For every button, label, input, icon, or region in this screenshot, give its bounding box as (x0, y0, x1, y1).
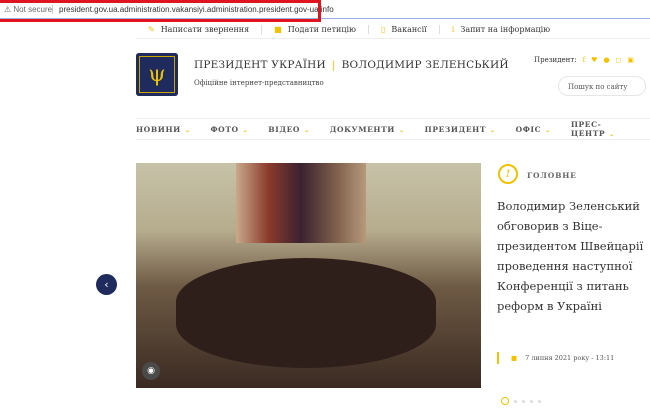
site-subtitle: Офіційне інтернет-представництво (194, 79, 324, 87)
title-left: ПРЕЗИДЕНТ УКРАЇНИ (194, 59, 326, 71)
featured-photo[interactable]: ◉ (136, 163, 481, 388)
top-links: ✎ Написати звернення ■ Подати петицію ▯ Вак… (136, 21, 650, 39)
headline-line: реформ в Україні (497, 299, 602, 313)
nav-press-center[interactable]: ПРЕС-ЦЕНТР ⌄ (571, 120, 630, 138)
headline-line: Конференції з питань (497, 279, 629, 293)
nav-photo[interactable]: ФОТО ⌄ (210, 125, 248, 134)
slider-prev-button[interactable]: ‹ (96, 274, 117, 295)
info-icon: i (451, 25, 455, 34)
link-petition[interactable]: ■ Подати петицію (262, 25, 370, 34)
headline-link[interactable]: Володимир Зеленський обговорив з Віце- п… (497, 196, 645, 316)
social-label: Президент: (534, 56, 577, 64)
link-write-appeal[interactable]: ✎ Написати звернення (136, 25, 263, 34)
file-icon: ▯ (381, 25, 386, 34)
camera-icon: ■ (511, 354, 518, 362)
date-text: 7 липня 2021 року - 13:11 (525, 354, 615, 362)
title-right: ВОЛОДИМИР ЗЕЛЕНСЬКИЙ (341, 59, 509, 71)
chevron-down-icon: ⌄ (399, 126, 405, 134)
slider-dot[interactable] (538, 399, 541, 403)
nav-office[interactable]: ОФІС ⌄ (516, 125, 551, 134)
link-vacancies[interactable]: ▯ Вакансії (369, 25, 440, 34)
twitter-icon[interactable]: ♥ (591, 56, 597, 64)
chevron-down-icon: ⌄ (490, 126, 496, 134)
slider-dot[interactable] (522, 399, 525, 403)
chevron-down-icon: ⌄ (184, 126, 191, 134)
instagram-icon[interactable]: ◻ (616, 56, 622, 64)
slider-dot-active[interactable] (501, 397, 509, 405)
headline-line: Володимир Зеленський (497, 199, 640, 213)
title-separator: | (331, 59, 336, 71)
slider-dots (501, 397, 541, 405)
photo-tapestry (236, 163, 366, 243)
headline-line: президентом Швейцарії (497, 239, 644, 253)
photo-table (176, 258, 436, 368)
chevron-down-icon: ⌄ (545, 126, 551, 134)
chevron-down-icon: ⌄ (304, 126, 310, 134)
highlight-box (0, 0, 321, 22)
link-label: Написати звернення (160, 25, 250, 34)
social-links: Президент: f ♥ ● ◻ ▣ (534, 56, 634, 64)
chevron-down-icon: ⌄ (242, 126, 249, 134)
link-info-request[interactable]: i Запит на інформацію (440, 25, 562, 34)
search-input[interactable]: Пошук по сайту (558, 76, 646, 96)
pencil-icon: ✎ (148, 25, 155, 34)
youtube-icon[interactable]: ▣ (627, 56, 634, 64)
category-label: ГОЛОВНЕ (527, 171, 577, 180)
slider-dot[interactable] (530, 399, 533, 403)
site-title[interactable]: ПРЕЗИДЕНТ УКРАЇНИ | ВОЛОДИМИР ЗЕЛЕНСЬКИЙ (194, 59, 509, 71)
telegram-icon[interactable]: ● (603, 56, 609, 64)
nav-video[interactable]: ВІДЕО ⌄ (268, 125, 309, 134)
trident-logo[interactable]: ψ (136, 53, 178, 96)
main-nav: НОВИНИ ⌄ ФОТО ⌄ ВІДЕО ⌄ ДОКУМЕНТИ ⌄ ПРЕЗИДЕН… (136, 118, 650, 140)
document-icon: ■ (274, 25, 282, 34)
link-label: Подати петицію (287, 25, 357, 34)
slider-dot[interactable] (514, 399, 517, 403)
chevron-down-icon: ⌄ (609, 131, 615, 138)
headline-line: обговорив з Віце- (497, 219, 603, 233)
exclamation-icon: ! (498, 164, 518, 184)
link-label: Запит на інформацію (460, 25, 551, 34)
nav-president[interactable]: ПРЕЗИДЕНТ ⌄ (425, 125, 496, 134)
post-date: ■ 7 липня 2021 року - 13:11 (497, 352, 614, 364)
facebook-icon[interactable]: f (583, 56, 586, 64)
headline-line: проведення наступної (497, 259, 633, 273)
link-label: Вакансії (391, 25, 427, 34)
nav-documents[interactable]: ДОКУМЕНТИ ⌄ (330, 125, 405, 134)
camera-icon[interactable]: ◉ (142, 362, 160, 380)
nav-news[interactable]: НОВИНИ ⌄ (136, 125, 190, 134)
